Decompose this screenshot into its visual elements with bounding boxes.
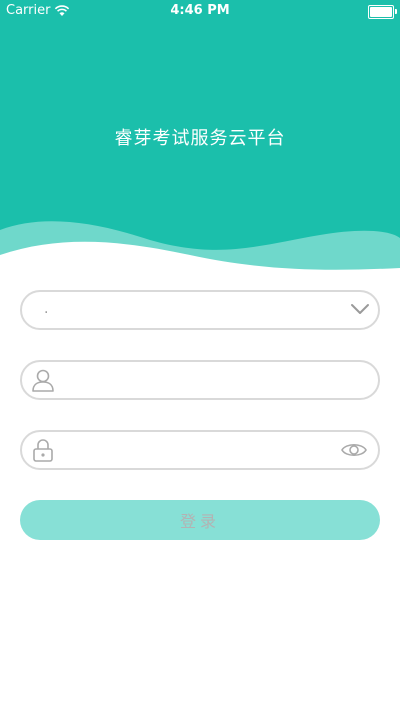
clock: 4:46 PM xyxy=(170,3,230,18)
password-input[interactable] xyxy=(66,438,328,464)
username-input[interactable] xyxy=(66,368,328,394)
username-field[interactable] xyxy=(20,360,380,400)
battery-icon xyxy=(368,5,397,19)
lock-icon xyxy=(33,439,53,462)
status-bar: Carrier 4:46 PM xyxy=(0,0,400,22)
chevron-down-icon xyxy=(351,304,369,314)
password-field[interactable] xyxy=(20,430,380,470)
header-banner: Carrier 4:46 PM 睿芽考试服务云平台 xyxy=(0,0,400,275)
page-title: 睿芽考试服务云平台 xyxy=(114,128,286,149)
eye-icon[interactable] xyxy=(340,440,368,460)
school-select-value: . xyxy=(44,301,49,317)
wave-decoration xyxy=(0,221,400,275)
user-icon xyxy=(32,369,54,392)
login-button[interactable]: 登录 xyxy=(20,500,380,540)
school-select[interactable]: . xyxy=(20,290,380,330)
